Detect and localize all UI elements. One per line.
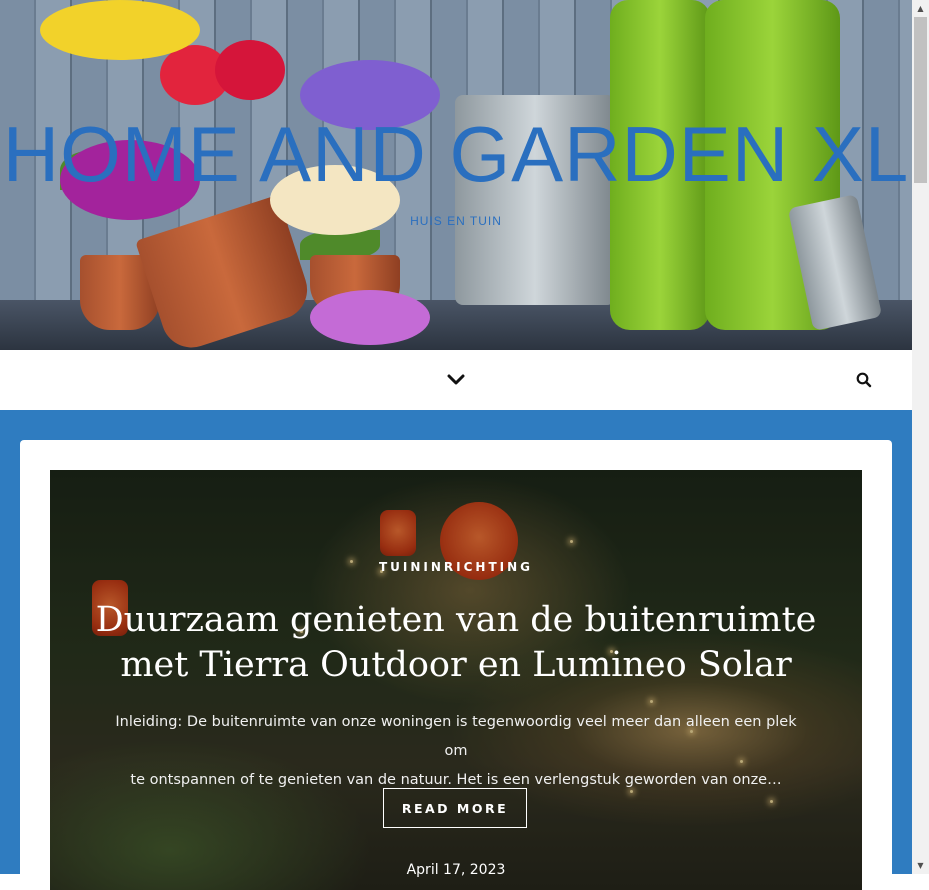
search-button[interactable] [850,366,878,394]
post-excerpt: Inleiding: De buitenruimte van onze woni… [110,708,802,795]
post-title-line: Duurzaam genieten van de buitenruimte [95,600,817,640]
vertical-scrollbar[interactable]: ▲ ▼ [912,0,929,874]
post-date: April 17, 2023 [406,862,506,878]
menu-toggle-button[interactable] [444,368,468,392]
post-category[interactable]: TUININRICHTING [50,560,862,574]
chevron-down-icon [447,374,465,385]
read-more-button[interactable]: READ MORE [383,788,527,828]
post-title-line: met Tierra Outdoor en Lumineo Solar [120,645,792,685]
site-title[interactable]: HOME AND GARDEN XL [0,115,912,193]
hyacinth-flower [310,290,430,345]
scroll-up-arrow-icon[interactable]: ▲ [912,0,929,17]
post-title[interactable]: Duurzaam genieten van de buitenruimte me… [90,598,822,688]
featured-post-card: TUININRICHTING Duurzaam genieten van de … [20,440,892,890]
search-icon [856,372,872,388]
featured-post-hero[interactable]: TUININRICHTING Duurzaam genieten van de … [50,470,862,890]
main-content: TUININRICHTING Duurzaam genieten van de … [0,410,912,890]
scrollbar-thumb[interactable] [914,17,927,183]
site-tagline: HUIS EN TUIN [410,214,502,228]
header-banner: HOME AND GARDEN XL HUIS EN TUIN [0,0,912,350]
daffodil-flowers [40,0,200,60]
navigation-bar [0,350,912,410]
post-excerpt-line: Inleiding: De buitenruimte van onze woni… [115,714,797,759]
scroll-down-arrow-icon[interactable]: ▼ [912,857,929,874]
tulip-flower [215,40,285,100]
